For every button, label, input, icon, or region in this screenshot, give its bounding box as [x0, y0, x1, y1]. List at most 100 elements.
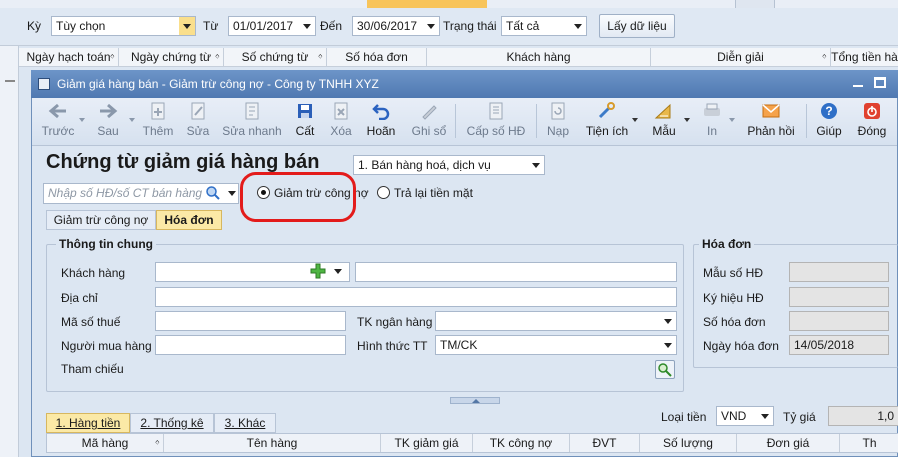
next-dropdown-icon[interactable]	[129, 118, 135, 122]
grid-col-khach-hang[interactable]: Khách hàng	[427, 48, 651, 66]
dia-chi-input[interactable]	[155, 287, 677, 307]
minimize-icon[interactable]	[851, 77, 865, 91]
detail-col-so-luong[interactable]: Số lượng	[640, 434, 737, 452]
undo-button[interactable]: Hoãn	[362, 100, 400, 142]
tab-giam-tru-cong-no[interactable]: Giảm trừ công nợ	[46, 210, 156, 230]
add-button[interactable]: Thêm	[138, 100, 178, 142]
chevron-down-icon[interactable]	[570, 17, 586, 35]
prev-dropdown-icon[interactable]	[79, 118, 85, 122]
ty-gia-value: 1,0	[877, 409, 894, 423]
loai-tien-select[interactable]: VND	[716, 406, 774, 426]
toolbar-separator	[806, 104, 807, 138]
detail-col-label: TK giảm giá	[394, 436, 459, 450]
grid-col-ngay-chung-tu[interactable]: Ngày chứng từ ᛜ	[119, 48, 224, 66]
hinh-thuc-tt-label: Hình thức TT	[357, 339, 428, 353]
grid-col-ngay-hach-toan[interactable]: Ngày hạch toán ᛜ	[19, 48, 119, 66]
invoice-number-icon	[489, 102, 503, 120]
mau-so-hd-input[interactable]	[789, 262, 889, 282]
customer-dropdown-icon[interactable]	[334, 269, 342, 274]
tab-khac[interactable]: 3. Khác	[214, 413, 276, 433]
chevron-down-icon[interactable]	[423, 17, 439, 35]
grid-col-so-hoa-don[interactable]: Số hóa đơn	[327, 48, 427, 66]
pin-icon[interactable]: ᛜ	[318, 48, 323, 66]
chevron-down-icon[interactable]	[757, 407, 773, 425]
ky-select[interactable]: Tùy chọn	[51, 16, 196, 36]
edit-label: Sửa	[186, 124, 210, 138]
trang-thai-select[interactable]: Tất cả	[501, 16, 587, 36]
reference-search-icon[interactable]	[655, 360, 675, 379]
detail-col-ma-hang[interactable]: Mã hàng ᛜ	[47, 434, 164, 452]
tab-thong-ke-label: 2. Thống kê	[140, 416, 204, 430]
detail-col-label: Th	[862, 436, 877, 450]
add-customer-icon[interactable]	[310, 263, 326, 279]
chevron-down-icon[interactable]	[179, 17, 195, 35]
close-button[interactable]: Đóng	[853, 100, 891, 142]
nguoi-mua-hang-input[interactable]	[155, 335, 346, 355]
save-button[interactable]: Cất	[287, 100, 323, 142]
edit-button[interactable]: Sửa	[178, 100, 218, 142]
den-date-input[interactable]: 30/06/2017	[352, 16, 440, 36]
detail-col-thanh-tien[interactable]: Th	[840, 434, 898, 452]
template-button[interactable]: Mẫu	[645, 100, 683, 142]
grid-col-label: Ngày hạch toán	[26, 50, 111, 64]
print-dropdown-icon[interactable]	[729, 118, 735, 122]
invoice-number-button[interactable]: Cấp số HĐ	[462, 100, 530, 142]
tab-hang-tien[interactable]: 1. Hàng tiền	[46, 413, 130, 433]
tab-thong-ke[interactable]: 2. Thống kê	[130, 413, 214, 433]
ky-value: Tùy chọn	[56, 19, 106, 33]
chevron-down-icon[interactable]	[528, 156, 544, 174]
print-button[interactable]: In	[695, 100, 729, 142]
voucher-type-select[interactable]: 1. Bán hàng hoá, dịch vụ	[353, 155, 545, 175]
hinh-thuc-tt-select[interactable]: TM/CK	[435, 335, 677, 355]
template-dropdown-icon[interactable]	[684, 118, 690, 122]
tab-hoa-don[interactable]: Hóa đơn	[156, 210, 222, 230]
chevron-down-icon[interactable]	[660, 312, 676, 330]
quick-edit-button[interactable]: Sửa nhanh	[220, 100, 284, 142]
quick-edit-icon	[245, 102, 259, 120]
splitter-handle[interactable]	[450, 397, 500, 404]
add-label: Thêm	[142, 124, 174, 138]
radio-tra-lai-tien-mat[interactable]: Trả lại tiền mặt	[377, 185, 477, 201]
khach-hang-name-input[interactable]	[355, 262, 677, 282]
pin-icon[interactable]: ᛜ	[110, 48, 115, 66]
ky-hieu-hd-input[interactable]	[789, 287, 889, 307]
detail-col-label: Tên hàng	[246, 436, 298, 450]
prev-button[interactable]: Trước	[38, 100, 78, 142]
ngay-hoa-don-input[interactable]: 14/05/2018	[789, 335, 889, 355]
search-icon[interactable]	[205, 185, 221, 201]
detail-col-don-gia[interactable]: Đơn giá	[737, 434, 840, 452]
maximize-icon[interactable]	[874, 77, 886, 88]
pin-icon[interactable]: ᛜ	[155, 434, 160, 452]
utilities-dropdown-icon[interactable]	[632, 118, 638, 122]
ty-gia-input[interactable]: 1,0	[828, 406, 898, 426]
background-grid-header: Ngày hạch toán ᛜ Ngày chứng từ ᛜ Số chứng …	[19, 48, 898, 67]
pin-icon[interactable]: ᛜ	[822, 48, 827, 66]
feedback-button[interactable]: Phản hồi	[744, 100, 798, 142]
delete-button[interactable]: Xóa	[324, 100, 358, 142]
post-button[interactable]: Ghi sổ	[407, 100, 451, 142]
grid-col-dien-giai[interactable]: Diễn giải ᛜ	[651, 48, 831, 66]
ma-so-thue-input[interactable]	[155, 311, 346, 331]
so-hoa-don-input[interactable]	[789, 311, 889, 331]
grid-col-so-chung-tu[interactable]: Số chứng từ ᛜ	[224, 48, 327, 66]
radio-empty-icon	[377, 186, 390, 199]
left-strip-line	[5, 80, 15, 82]
detail-col-ten-hang[interactable]: Tên hàng	[164, 434, 381, 452]
search-dropdown-icon[interactable]	[228, 191, 236, 196]
detail-col-tk-cong-no[interactable]: TK công nợ	[473, 434, 570, 452]
help-button[interactable]: ? Giúp	[812, 100, 846, 142]
tk-ngan-hang-select[interactable]	[435, 311, 677, 331]
grid-col-tong-tien[interactable]: Tổng tiền hà	[831, 48, 898, 66]
utilities-button[interactable]: Tiện ích	[582, 100, 632, 142]
detail-grid-header: Mã hàng ᛜ Tên hàng TK giảm giá TK công nợ…	[46, 433, 898, 453]
detail-col-dvt[interactable]: ĐVT	[570, 434, 640, 452]
tu-date-input[interactable]: 01/01/2017	[228, 16, 316, 36]
next-button[interactable]: Sau	[88, 100, 128, 142]
chevron-down-icon[interactable]	[660, 336, 676, 354]
chevron-down-icon[interactable]	[299, 17, 315, 35]
detail-col-tk-giam-gia[interactable]: TK giảm giá	[381, 434, 473, 452]
reload-button[interactable]: Nạp	[541, 100, 575, 142]
pin-icon[interactable]: ᛜ	[215, 48, 220, 66]
get-data-button[interactable]: Lấy dữ liệu	[599, 14, 675, 38]
top-strip-tab	[735, 0, 775, 8]
